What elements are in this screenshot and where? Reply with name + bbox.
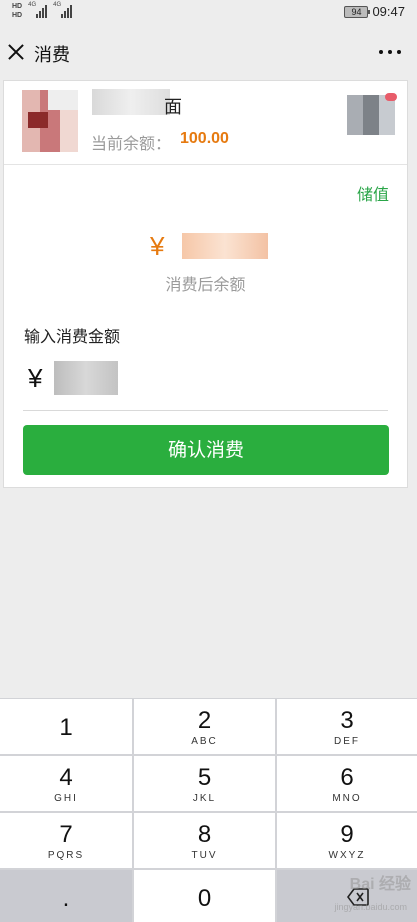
- signal-icon: 4G: [28, 2, 48, 18]
- after-balance-value-blurred: [182, 233, 268, 259]
- key-letters: PQRS: [47, 850, 85, 861]
- recharge-link[interactable]: 储值: [357, 181, 389, 205]
- confirm-consume-button[interactable]: 确认消费: [23, 425, 389, 475]
- balance-label: 当前余额：: [91, 134, 172, 153]
- key-letters: MNO: [332, 793, 362, 804]
- amount-input[interactable]: [54, 361, 118, 395]
- key-digit: 0: [197, 885, 212, 912]
- member-card-thumbnail[interactable]: [347, 93, 397, 135]
- key-digit: 3: [340, 707, 354, 734]
- input-divider: [23, 410, 388, 411]
- network-type-label-2: 4G: [53, 2, 62, 8]
- key-letters: WXYZ: [328, 850, 366, 861]
- close-icon[interactable]: [4, 41, 28, 65]
- key-dot[interactable]: .: [0, 870, 132, 922]
- amount-input-label: 输入消费金额: [24, 327, 121, 346]
- key-9[interactable]: 9 WXYZ: [277, 813, 417, 868]
- key-digit: 7: [59, 821, 73, 848]
- after-balance-label: 消费后余额: [165, 275, 246, 294]
- amount-currency: ¥: [28, 363, 43, 393]
- key-1[interactable]: 1: [0, 699, 132, 754]
- key-digit: 1: [59, 714, 73, 741]
- key-0[interactable]: 0: [134, 870, 275, 922]
- avatar: [22, 90, 78, 152]
- consume-card: 面 当前余额： 100.00 储值 ¥ 消费后余额 输入消费金额 ¥ 确认消费: [3, 80, 408, 488]
- balance-value: 100.00: [180, 130, 229, 147]
- key-8[interactable]: 8 TUV: [134, 813, 275, 868]
- page-title: 消费: [34, 45, 70, 66]
- key-6[interactable]: 6 MNO: [277, 756, 417, 811]
- key-digit: 5: [197, 764, 212, 791]
- clock: 09:47: [372, 4, 405, 19]
- key-5[interactable]: 5 JKL: [134, 756, 275, 811]
- battery-icon: 94: [344, 5, 371, 18]
- key-4[interactable]: 4 GHI: [0, 756, 132, 811]
- key-digit: 8: [197, 821, 212, 848]
- status-right: 94 09:47: [344, 4, 405, 19]
- more-icon[interactable]: [379, 50, 401, 54]
- key-digit: .: [62, 885, 70, 912]
- key-letters: GHI: [54, 793, 78, 804]
- key-letters: TUV: [191, 850, 218, 861]
- key-3[interactable]: 3 DEF: [277, 699, 417, 754]
- numeric-keypad: 1 2 ABC 3 DEF 4 GHI 5 JKL 6 MNO 7 PQRS 8…: [0, 698, 417, 922]
- member-name-blurred: [92, 89, 170, 115]
- key-2[interactable]: 2 ABC: [134, 699, 275, 754]
- key-digit: 6: [340, 764, 354, 791]
- member-name-suffix: 面: [164, 97, 182, 118]
- network-indicators: HD HD 4G 4G: [12, 2, 73, 20]
- key-digit: 4: [59, 764, 73, 791]
- network-type-label: 4G: [28, 2, 37, 8]
- key-letters: JKL: [192, 793, 217, 804]
- key-digit: 9: [340, 821, 354, 848]
- hd-label-top: HD: [12, 3, 23, 10]
- watermark-url: jingyan.baidu.com: [334, 902, 407, 912]
- key-7[interactable]: 7 PQRS: [0, 813, 132, 868]
- status-bar: HD HD 4G 4G 94 09:47: [0, 0, 417, 28]
- key-digit: 2: [197, 707, 212, 734]
- member-info: 面 当前余额： 100.00: [4, 81, 407, 165]
- key-letters: DEF: [334, 736, 360, 747]
- title-bar: 消费: [0, 28, 417, 78]
- after-balance-currency: ¥: [150, 231, 165, 261]
- watermark: Bai 经验: [349, 876, 411, 893]
- signal-icon-2: 4G: [53, 2, 73, 18]
- key-letters: ABC: [191, 736, 218, 747]
- hd-indicator: HD HD: [12, 2, 22, 20]
- hd-label-bottom: HD: [12, 12, 23, 19]
